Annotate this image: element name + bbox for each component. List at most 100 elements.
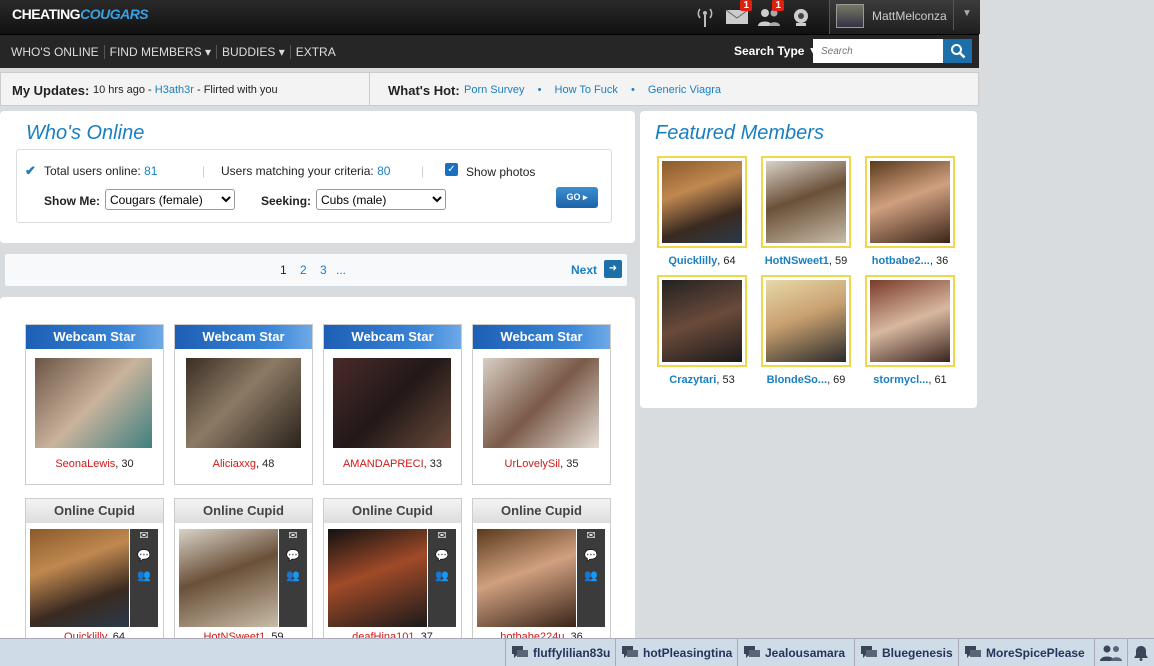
featured-name[interactable]: BlondeSo..., 69 [758, 374, 854, 386]
chat-tab[interactable]: fluffylilian83u [505, 639, 615, 666]
featured-name[interactable]: HotNSweet1, 59 [758, 255, 854, 267]
show-photos-checkbox[interactable]: ✓ [445, 163, 458, 176]
mail-icon[interactable]: ✉ [577, 529, 605, 549]
cupid-card[interactable]: Online Cupid ✉ 💬 👥 hotbabe224u, 36 [472, 498, 611, 650]
show-photos-label: Show photos [466, 165, 536, 179]
webcam-icon[interactable] [785, 0, 817, 34]
user-menu[interactable]: MattMelconza ▼ [829, 0, 980, 34]
add-buddy-icon[interactable]: 👥 [279, 569, 307, 589]
my-updates-label: My Updates: [12, 83, 90, 98]
member-photo[interactable] [186, 358, 301, 448]
cupid-card[interactable]: Online Cupid ✉ 💬 👥 deafHina101, 37 [323, 498, 462, 650]
header-icons: 1 1 [689, 0, 817, 34]
webcam-header: Webcam Star [175, 325, 312, 349]
chat-icon[interactable]: 💬 [279, 549, 307, 569]
webcam-card[interactable]: Webcam Star AMANDAPRECI, 33 [323, 324, 462, 485]
buddies-badge: 1 [772, 0, 784, 11]
member-photo[interactable] [35, 358, 152, 448]
username[interactable]: MattMelconza [872, 9, 947, 23]
nav-find-members[interactable]: FIND MEMBERS ▾ [105, 45, 218, 59]
featured-name[interactable]: Crazytari, 53 [654, 374, 750, 386]
hot-link-1[interactable]: Porn Survey [464, 84, 525, 96]
chevron-down-icon[interactable]: ▼ [953, 0, 980, 30]
whos-online-title: Who's Online [26, 122, 145, 144]
featured-thumb[interactable] [657, 275, 747, 367]
chat-tab[interactable]: hotPleasingtina [615, 639, 737, 666]
nav-whos-online[interactable]: WHO'S ONLINE [6, 45, 105, 59]
featured-thumb[interactable] [761, 156, 851, 248]
member-photo[interactable] [328, 529, 427, 627]
chat-icon[interactable]: 💬 [130, 549, 158, 569]
webcam-card[interactable]: Webcam Star Aliciaxxg, 48 [174, 324, 313, 485]
buddies-icon[interactable]: 1 [753, 0, 785, 34]
webcam-card[interactable]: Webcam Star UrLovelySil, 35 [472, 324, 611, 485]
chat-tab[interactable]: MoreSpicePlease [958, 639, 1094, 666]
member-photo[interactable] [477, 529, 576, 627]
hot-link-2[interactable]: How To Fuck [555, 84, 618, 96]
members-panel: Webcam Star SeonaLewis, 30 Webcam Star A… [0, 297, 635, 650]
member-photo[interactable] [483, 358, 599, 448]
filter-box: ✔ Total users online: 81 | Users matchin… [16, 149, 612, 223]
page-1[interactable]: 1 [280, 263, 287, 277]
mail-icon[interactable]: ✉ [279, 529, 307, 549]
member-name[interactable]: UrLovelySil, 35 [473, 458, 610, 470]
add-buddy-icon[interactable]: 👥 [130, 569, 158, 589]
member-photo[interactable] [179, 529, 278, 627]
featured-thumb[interactable] [761, 275, 851, 367]
chat-icon[interactable]: 💬 [577, 549, 605, 569]
webcam-header: Webcam Star [473, 325, 610, 349]
show-me-select[interactable]: Cougars (female) [105, 189, 235, 210]
check-icon: ✔ [25, 163, 36, 178]
avatar[interactable] [836, 4, 864, 28]
featured-name[interactable]: hotbabe2..., 36 [862, 255, 958, 267]
chat-tab[interactable]: Bluegenesis [854, 639, 958, 666]
member-name[interactable]: Aliciaxxg, 48 [175, 458, 312, 470]
card-actions: ✉ 💬 👥 [577, 529, 605, 627]
go-button[interactable]: GO ▸ [556, 187, 598, 208]
seeking-select[interactable]: Cubs (male) [316, 189, 446, 210]
hot-link-3[interactable]: Generic Viagra [648, 84, 721, 96]
chat-icon[interactable]: 💬 [428, 549, 456, 569]
bell-icon[interactable] [1127, 639, 1154, 666]
broadcast-icon[interactable] [689, 0, 721, 34]
chat-tab[interactable]: Jealousamara [737, 639, 854, 666]
cupid-card[interactable]: Online Cupid ✉ 💬 👥 HotNSweet1, 59 [174, 498, 313, 650]
search-input[interactable] [813, 39, 943, 63]
main-nav: WHO'S ONLINE FIND MEMBERS ▾ BUDDIES ▾ EX… [0, 35, 979, 68]
hot-links: Porn Survey • How To Fuck • Generic Viag… [464, 84, 722, 96]
cupid-header: Online Cupid [175, 499, 312, 523]
featured-name[interactable]: stormycl..., 61 [862, 374, 958, 386]
next-link[interactable]: Next [571, 263, 597, 277]
buddies-icon[interactable] [1094, 639, 1127, 666]
nav-extra[interactable]: EXTRA [291, 45, 341, 59]
page-3[interactable]: 3 [320, 263, 327, 277]
featured-thumb[interactable] [865, 275, 955, 367]
member-photo[interactable] [333, 358, 451, 448]
nav-buddies[interactable]: BUDDIES ▾ [217, 45, 291, 59]
whos-online-panel: Who's Online ✔ Total users online: 81 | … [0, 111, 635, 243]
mail-icon[interactable]: ✉ [428, 529, 456, 549]
featured-title: Featured Members [655, 122, 824, 144]
total-users: Total users online: 81 [44, 164, 158, 178]
mail-icon[interactable]: 1 [721, 0, 753, 34]
page-2[interactable]: 2 [300, 263, 307, 277]
add-buddy-icon[interactable]: 👥 [577, 569, 605, 589]
featured-thumb[interactable] [657, 156, 747, 248]
featured-thumb[interactable] [865, 156, 955, 248]
seeking-label: Seeking: [261, 194, 312, 208]
top-bar: CHEATINGCOUGARS 1 1 MattMelconza ▼ [0, 0, 980, 35]
member-name[interactable]: AMANDAPRECI, 33 [324, 458, 461, 470]
search-button[interactable] [943, 39, 972, 63]
cupid-card[interactable]: Online Cupid ✉ 💬 👥 Quicklilly, 64 [25, 498, 164, 650]
site-logo[interactable]: CHEATINGCOUGARS [12, 6, 149, 22]
add-buddy-icon[interactable]: 👥 [428, 569, 456, 589]
member-photo[interactable] [30, 529, 129, 627]
member-name[interactable]: SeonaLewis, 30 [26, 458, 163, 470]
update-user-link[interactable]: H3ath3r [155, 84, 194, 96]
search-type-dropdown[interactable]: Search Type ▼ [734, 44, 820, 58]
update-action: - Flirted with you [196, 84, 278, 96]
mail-icon[interactable]: ✉ [130, 529, 158, 549]
featured-name[interactable]: Quicklilly, 64 [654, 255, 750, 267]
webcam-card[interactable]: Webcam Star SeonaLewis, 30 [25, 324, 164, 485]
arrow-right-icon[interactable]: ➜ [604, 260, 622, 278]
